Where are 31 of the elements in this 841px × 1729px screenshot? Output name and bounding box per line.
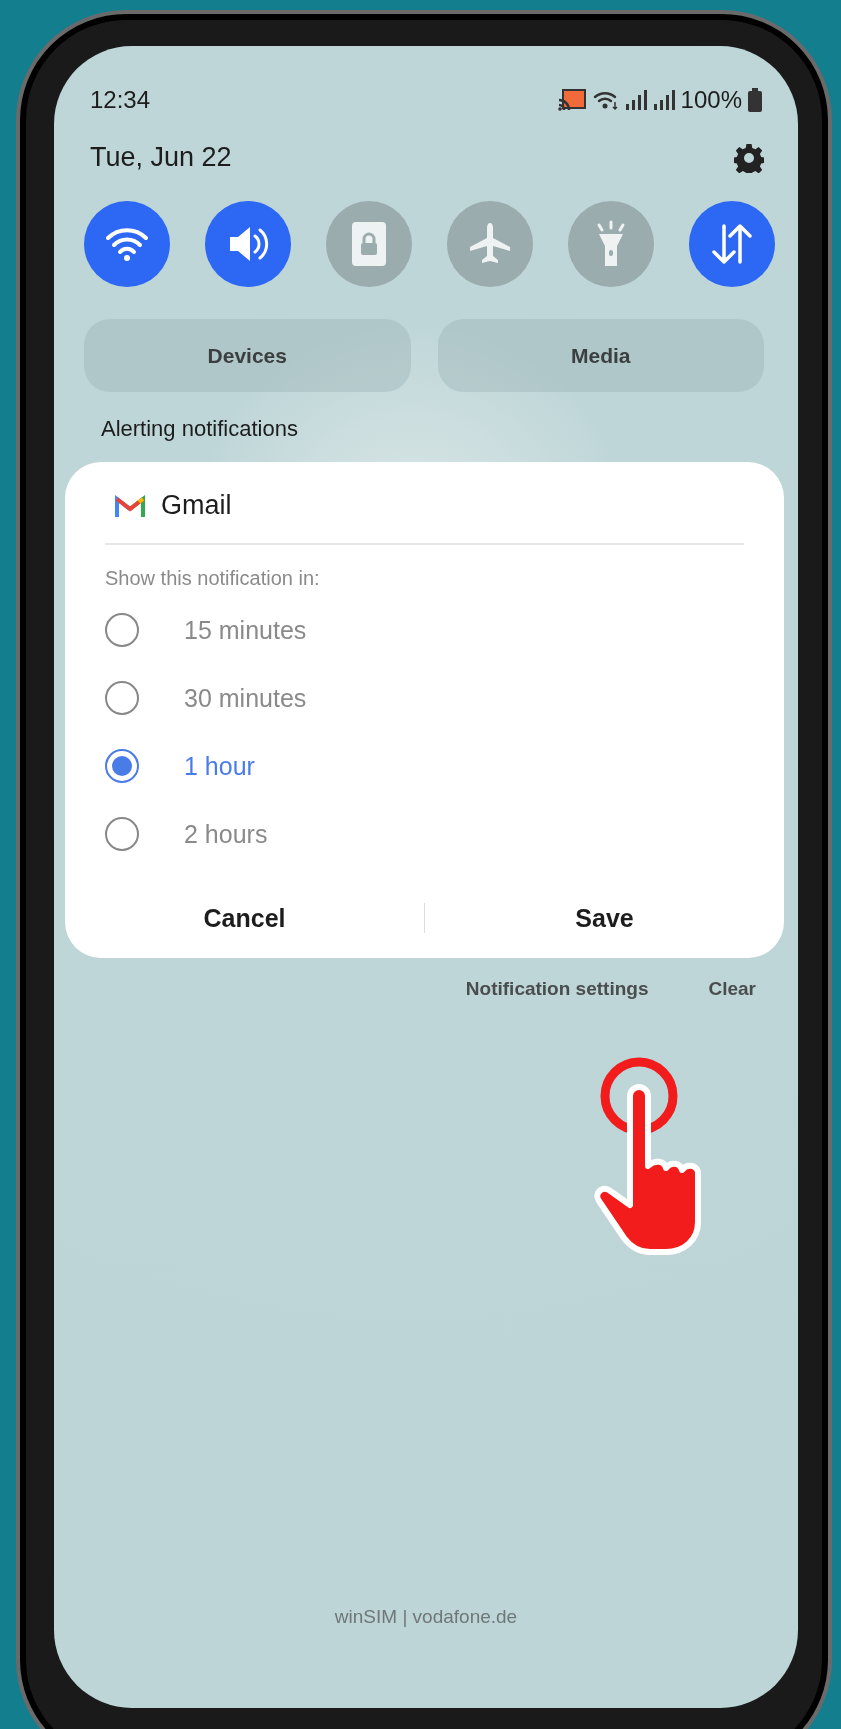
- panel-button[interactable]: Devices: [84, 319, 411, 392]
- data-arrows-icon: [710, 222, 754, 266]
- battery-icon: [748, 88, 762, 112]
- section-title: Alerting notifications: [100, 415, 299, 442]
- option-label[interactable]: 30 minutes: [184, 664, 307, 732]
- signal-icon: [652, 89, 675, 111]
- option-label[interactable]: 1 hour: [184, 732, 255, 800]
- date-text: Tue, Jun 22: [90, 142, 232, 173]
- footer-link[interactable]: Notification settings: [465, 978, 649, 1000]
- battery-percentage: 100%: [680, 86, 742, 114]
- dialog-button[interactable]: Save: [425, 890, 784, 946]
- cast-icon: [556, 88, 587, 112]
- radio-button[interactable]: [105, 749, 139, 783]
- dialog-button[interactable]: Cancel: [65, 890, 424, 946]
- settings-icon[interactable]: [734, 142, 764, 173]
- prompt-text: Show this notification in:: [105, 566, 321, 591]
- panel-button[interactable]: Media: [437, 319, 764, 392]
- carrier-text: winSIM | vodafone.de: [334, 1606, 518, 1627]
- radio-button[interactable]: [105, 613, 139, 647]
- radio-button[interactable]: [105, 817, 139, 851]
- radio-button[interactable]: [105, 681, 139, 715]
- lock-screen-icon: [351, 221, 387, 267]
- option-label[interactable]: 15 minutes: [184, 596, 307, 664]
- app-name: Gmail: [161, 490, 232, 521]
- option-label[interactable]: 2 hours: [184, 800, 268, 868]
- mail-app-icon: [115, 494, 145, 517]
- clock-time: 12:34: [90, 86, 151, 114]
- wifi-status-icon: [592, 89, 619, 111]
- footer-link[interactable]: Clear: [708, 978, 756, 1000]
- wifi-icon: [105, 226, 149, 262]
- signal-icon: [624, 89, 647, 111]
